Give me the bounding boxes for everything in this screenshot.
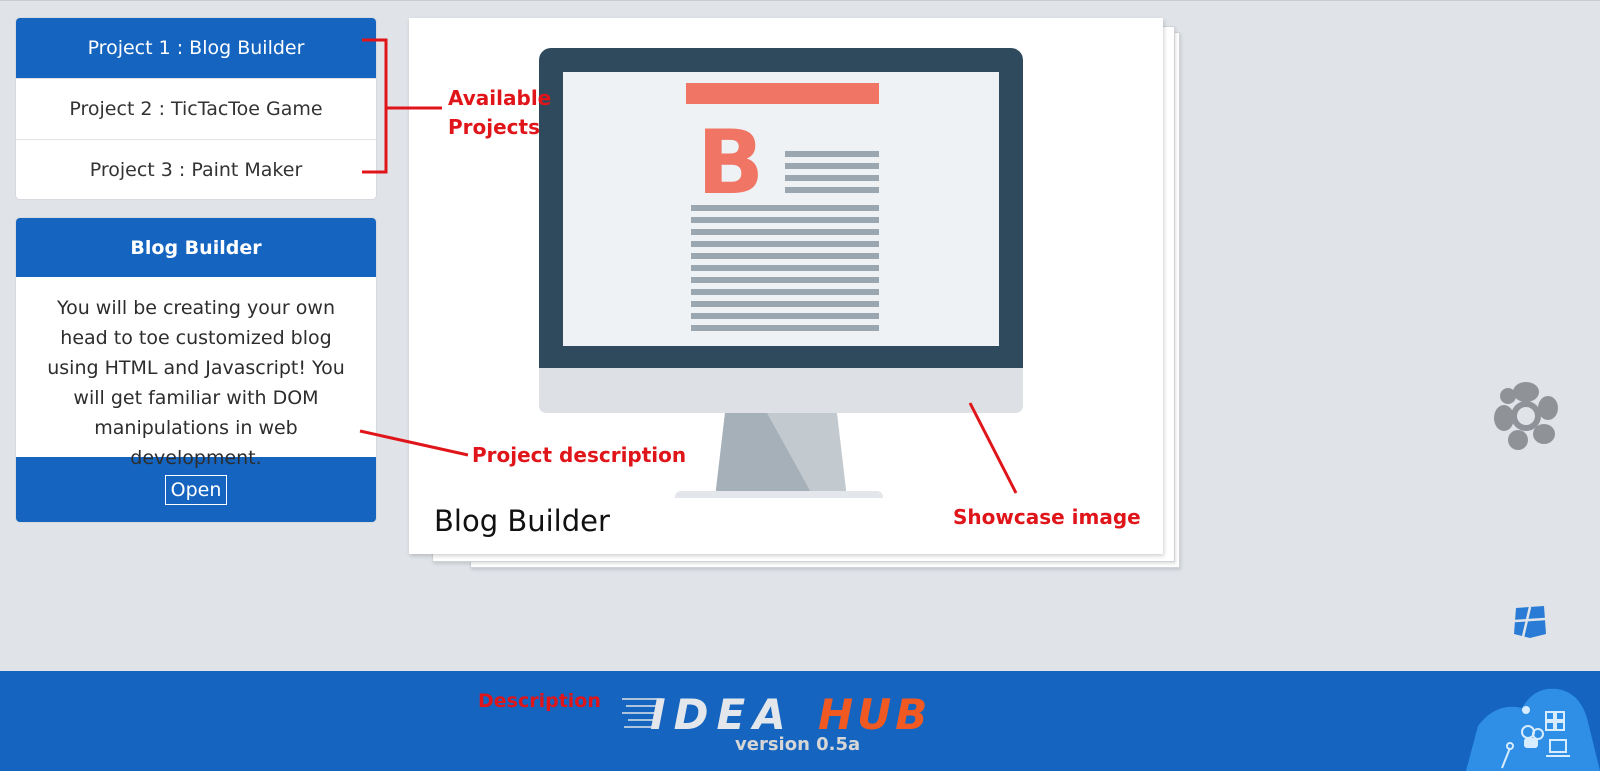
annotation-available-projects: Available Projects [448,86,552,139]
annotation-showcase-image: Showcase image [953,505,1141,529]
gear-icon[interactable] [1492,380,1560,452]
annotation-project-description: Project description [472,443,687,467]
annotation-lines [359,38,1018,494]
version-label: version 0.5a [735,734,861,755]
footer: Description IDEA HUB version 0.5a [0,671,1600,771]
footer-description-label: Description [478,690,601,712]
logo-text-idea: IDEA [650,690,794,735]
windows-icon[interactable] [1513,605,1547,639]
robot-mascot-icon [1466,688,1600,771]
ideahub-logo: IDEA HUB [622,690,931,735]
logo-text-hub: HUB [818,690,931,735]
